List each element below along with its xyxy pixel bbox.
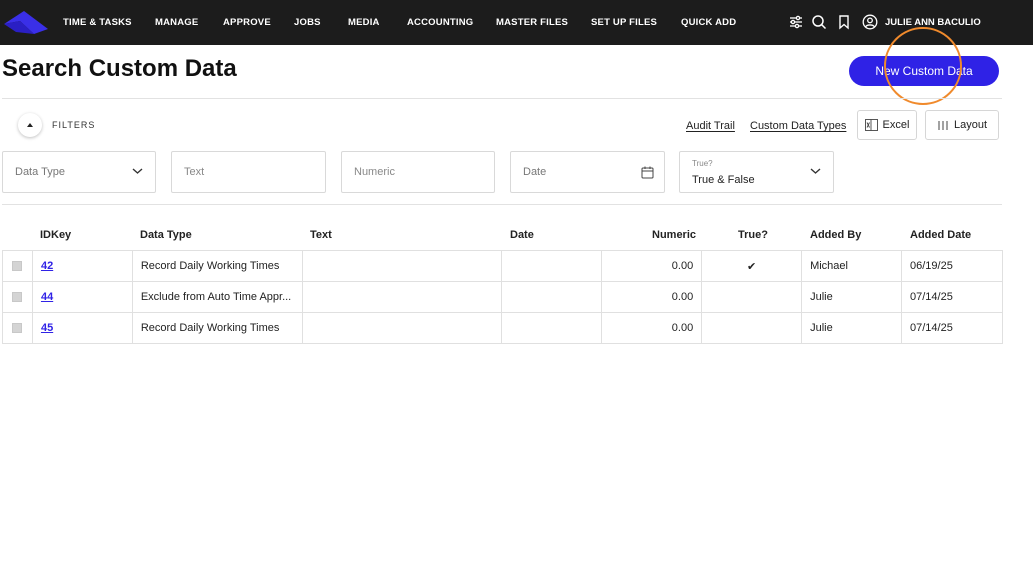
data-type-cell: Exclude from Auto Time Appr... — [131, 281, 303, 313]
row-checkbox-cell[interactable] — [2, 250, 33, 282]
search-icon[interactable] — [811, 14, 827, 30]
calendar-icon[interactable] — [641, 166, 654, 179]
user-name[interactable]: JULIE ANN BACULIO — [885, 17, 981, 28]
row-checkbox-cell[interactable] — [2, 312, 33, 344]
numeric-input[interactable] — [342, 152, 494, 192]
row-checkbox-cell[interactable] — [2, 281, 33, 313]
text-cell — [301, 281, 503, 313]
idkey-link[interactable]: 45 — [41, 322, 53, 334]
col-header-date[interactable]: Date — [510, 229, 534, 241]
new-custom-data-button[interactable]: New Custom Data — [849, 56, 999, 86]
idkey-link[interactable]: 42 — [41, 260, 53, 272]
col-header-idkey[interactable]: IDKey — [40, 229, 71, 241]
date-cell — [501, 281, 603, 313]
col-header-true[interactable]: True? — [738, 229, 768, 241]
added-date-cell: 07/14/25 — [901, 281, 1003, 313]
table-row[interactable]: 45 Record Daily Working Times 0.00 Julie… — [2, 312, 1003, 344]
sliders-icon[interactable] — [788, 14, 804, 30]
date-placeholder: Date — [523, 166, 547, 178]
nav-media[interactable]: MEDIA — [348, 17, 380, 28]
chevron-down-icon — [132, 168, 143, 174]
idkey-cell: 45 — [31, 312, 133, 344]
added-by-cell: Michael — [801, 250, 902, 282]
date-cell — [501, 312, 603, 344]
true-cell — [701, 281, 803, 313]
added-by-cell: Julie — [801, 281, 902, 313]
table-row[interactable]: 44 Exclude from Auto Time Appr... 0.00 J… — [2, 281, 1003, 313]
col-header-numeric[interactable]: Numeric — [652, 229, 696, 241]
numeric-cell: 0.00 — [601, 250, 703, 282]
nav-master-files[interactable]: MASTER FILES — [496, 17, 568, 28]
data-type-cell: Record Daily Working Times — [131, 250, 303, 282]
text-cell — [301, 250, 503, 282]
excel-button[interactable]: Excel — [857, 110, 917, 140]
table-row[interactable]: 42 Record Daily Working Times 0.00 ✔ Mic… — [2, 250, 1003, 282]
chevron-down-icon — [810, 168, 821, 174]
data-type-cell: Record Daily Working Times — [131, 312, 303, 344]
true-cell: ✔ — [701, 250, 803, 282]
nav-approve[interactable]: APPROVE — [223, 17, 271, 28]
nav-jobs[interactable]: JOBS — [294, 17, 321, 28]
nav-accounting[interactable]: ACCOUNTING — [407, 17, 473, 28]
true-label: True? — [692, 159, 713, 168]
col-header-added-by[interactable]: Added By — [810, 229, 861, 241]
nav-set-up-files[interactable]: SET UP FILES — [591, 17, 657, 28]
date-cell — [501, 250, 603, 282]
row-checkbox[interactable] — [12, 261, 23, 272]
filters-label: FILTERS — [52, 120, 96, 130]
nav-quick-add[interactable]: QUICK ADD — [681, 17, 736, 28]
filters-collapse-toggle[interactable] — [18, 113, 42, 137]
excel-icon — [864, 119, 878, 131]
nav-time-tasks[interactable]: TIME & TASKS — [63, 17, 132, 28]
audit-trail-link[interactable]: Audit Trail — [686, 120, 735, 132]
col-header-data-type[interactable]: Data Type — [140, 229, 192, 241]
col-header-added-date[interactable]: Added Date — [910, 229, 971, 241]
idkey-link[interactable]: 44 — [41, 291, 53, 303]
added-date-cell: 06/19/25 — [901, 250, 1003, 282]
divider — [2, 204, 1002, 205]
idkey-cell: 44 — [31, 281, 133, 313]
col-header-text[interactable]: Text — [310, 229, 332, 241]
true-false-select[interactable]: True? True & False — [679, 151, 834, 193]
data-type-select[interactable]: Data Type — [2, 151, 156, 193]
date-field[interactable]: Date — [510, 151, 665, 193]
check-icon: ✔ — [747, 260, 757, 273]
true-value: True & False — [692, 174, 755, 186]
row-checkbox[interactable] — [12, 292, 23, 303]
text-input[interactable] — [172, 152, 325, 192]
bookmark-icon[interactable] — [836, 14, 852, 30]
text-cell — [301, 312, 503, 344]
data-type-placeholder: Data Type — [15, 166, 65, 178]
excel-label: Excel — [882, 119, 910, 131]
columns-icon — [938, 120, 948, 130]
numeric-cell: 0.00 — [601, 281, 703, 313]
numeric-field[interactable] — [341, 151, 495, 193]
true-cell — [701, 312, 803, 344]
text-field[interactable] — [171, 151, 326, 193]
idkey-cell: 42 — [31, 250, 133, 282]
logo-icon[interactable] — [4, 11, 48, 34]
layout-button[interactable]: Layout — [925, 110, 999, 140]
row-checkbox[interactable] — [12, 323, 23, 334]
user-icon[interactable] — [862, 14, 878, 30]
divider — [2, 98, 1002, 99]
page-title: Search Custom Data — [2, 55, 237, 82]
nav-manage[interactable]: MANAGE — [155, 17, 198, 28]
added-by-cell: Julie — [801, 312, 902, 344]
numeric-cell: 0.00 — [601, 312, 703, 344]
results-table: 42 Record Daily Working Times 0.00 ✔ Mic… — [2, 250, 1003, 344]
layout-label: Layout — [953, 119, 988, 131]
top-navbar: TIME & TASKS MANAGE APPROVE JOBS MEDIA A… — [0, 0, 1033, 45]
custom-data-types-link[interactable]: Custom Data Types — [750, 120, 846, 132]
added-date-cell: 07/14/25 — [901, 312, 1003, 344]
caret-up-icon — [27, 123, 33, 127]
